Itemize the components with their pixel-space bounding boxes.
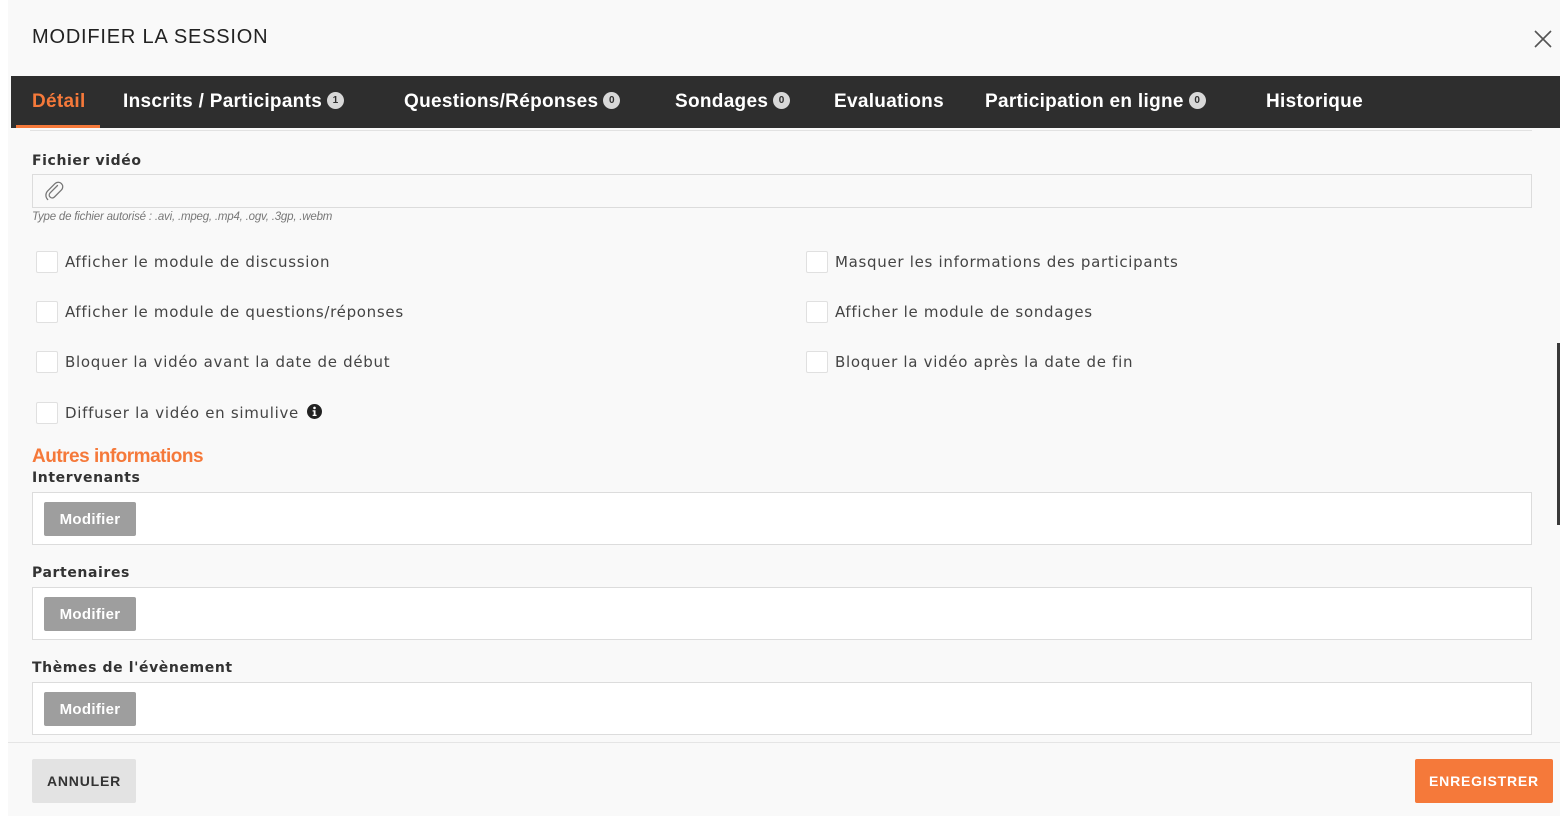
modal-content: Fichier vidéo Type de fichier autorisé :… — [8, 128, 1560, 742]
block-after-end-option[interactable]: Bloquer la vidéo après la date de fin — [806, 350, 1133, 374]
divider — [30, 130, 1532, 131]
tab-count-badge: 1 — [327, 92, 345, 110]
tab-label: Sondages — [675, 91, 769, 112]
allowed-file-types-hint: Type de fichier autorisé : .avi, .mpeg, … — [32, 211, 333, 223]
block-before-start-option[interactable]: Bloquer la vidéo avant la date de début — [36, 350, 390, 374]
edit-partners-button[interactable]: Modifier — [44, 597, 136, 631]
show-chat-option[interactable]: Afficher le module de discussion — [36, 250, 330, 274]
block-after-end-checkbox[interactable] — [806, 351, 828, 373]
video-file-input[interactable] — [32, 174, 1532, 208]
modal-header: MODIFIER LA SESSION — [8, 0, 1560, 76]
speakers-label: Intervenants — [32, 470, 141, 486]
tab-history[interactable]: Historique — [1266, 76, 1363, 128]
show-polls-checkbox[interactable] — [806, 301, 828, 323]
hide-participant-info-option[interactable]: Masquer les informations des participant… — [806, 250, 1179, 274]
save-button[interactable]: ENREGISTRER — [1415, 759, 1553, 803]
simulive-checkbox[interactable] — [36, 402, 58, 424]
speakers-box: Modifier — [32, 492, 1532, 545]
tab-label: Participation en ligne — [985, 91, 1184, 112]
tab-label: Questions/Réponses — [404, 91, 599, 112]
paperclip-icon[interactable] — [43, 180, 65, 202]
checkbox-label: Afficher le module de questions/réponses — [65, 303, 404, 321]
simulive-option[interactable]: Diffuser la vidéo en simulive — [36, 401, 322, 425]
checkbox-label: Bloquer la vidéo après la date de fin — [835, 353, 1134, 371]
tab-label: Détail — [32, 91, 86, 112]
show-qa-checkbox[interactable] — [36, 301, 58, 323]
checkbox-label: Diffuser la vidéo en simulive — [65, 404, 299, 422]
checkbox-label: Bloquer la vidéo avant la date de début — [65, 353, 391, 371]
checkbox-label: Afficher le module de sondages — [835, 303, 1093, 321]
video-file-label: Fichier vidéo — [32, 153, 142, 169]
tab-count-badge: 0 — [603, 92, 621, 110]
edit-speakers-button[interactable]: Modifier — [44, 502, 136, 536]
tab-polls[interactable]: Sondages 0 — [675, 76, 791, 128]
tab-count-badge: 0 — [773, 92, 791, 110]
show-chat-checkbox[interactable] — [36, 251, 58, 273]
partners-label: Partenaires — [32, 565, 130, 581]
tab-detail[interactable]: Détail — [16, 76, 99, 128]
modal-footer: ANNULER ENREGISTRER — [8, 742, 1560, 816]
tab-participants[interactable]: Inscrits / Participants 1 — [123, 76, 345, 128]
info-icon[interactable] — [306, 403, 322, 419]
close-icon[interactable] — [1532, 28, 1554, 50]
tab-questions-answers[interactable]: Questions/Réponses 0 — [404, 76, 621, 128]
tab-label: Inscrits / Participants — [123, 91, 323, 112]
edit-themes-button[interactable]: Modifier — [44, 692, 136, 726]
modal-title: MODIFIER LA SESSION — [32, 26, 269, 48]
partners-box: Modifier — [32, 587, 1532, 640]
tab-label: Historique — [1266, 91, 1363, 112]
event-themes-label: Thèmes de l'évènement — [32, 660, 233, 676]
edit-session-modal: MODIFIER LA SESSION Détail Inscrits / Pa… — [8, 0, 1560, 816]
section-title-other-info: Autres informations — [32, 446, 204, 467]
tab-evaluations[interactable]: Evaluations — [834, 76, 944, 128]
block-before-start-checkbox[interactable] — [36, 351, 58, 373]
tab-online-participation[interactable]: Participation en ligne 0 — [985, 76, 1206, 128]
hide-participant-info-checkbox[interactable] — [806, 251, 828, 273]
checkbox-label: Afficher le module de discussion — [65, 253, 331, 271]
checkbox-label: Masquer les informations des participant… — [835, 253, 1179, 271]
event-themes-box: Modifier — [32, 682, 1532, 735]
tab-count-badge: 0 — [1188, 92, 1206, 110]
show-qa-option[interactable]: Afficher le module de questions/réponses — [36, 300, 404, 324]
cancel-button[interactable]: ANNULER — [32, 759, 136, 803]
show-polls-option[interactable]: Afficher le module de sondages — [806, 300, 1093, 324]
tab-bar: Détail Inscrits / Participants 1 Question… — [11, 76, 1560, 128]
tab-label: Evaluations — [834, 91, 944, 112]
